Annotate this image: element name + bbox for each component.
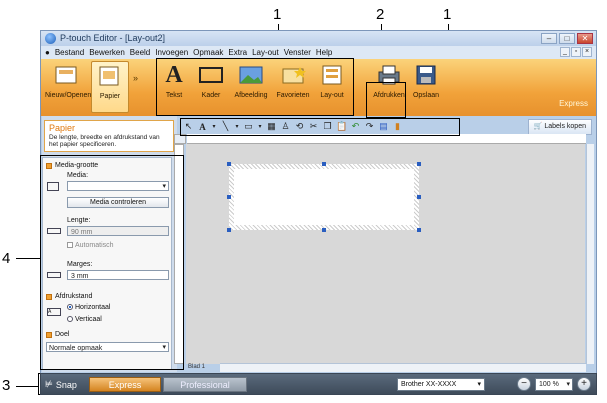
app-icon: [45, 33, 56, 44]
title-bar: P-touch Editor - [Lay-out2] – □ ✕: [41, 31, 596, 46]
highlight-side-panel: [40, 155, 184, 370]
ribbon-collapse-chevron[interactable]: »: [133, 73, 138, 83]
menu-bestand[interactable]: Bestand: [55, 48, 84, 57]
new-open-icon: [55, 66, 77, 84]
close-button[interactable]: ✕: [577, 33, 593, 44]
side-title: Papier: [49, 123, 76, 133]
express-mode-button[interactable]: Express: [89, 377, 161, 392]
resize-handle[interactable]: [417, 228, 421, 232]
callout-2: 2: [376, 6, 385, 23]
callout-4: 4: [2, 250, 11, 267]
mdi-minimize-button[interactable]: _: [560, 47, 570, 57]
save-button[interactable]: Opslaan: [411, 61, 441, 113]
snap-icon: ⊭: [45, 379, 53, 389]
zoom-out-button[interactable]: −: [517, 377, 531, 391]
save-icon: [416, 65, 436, 85]
menu-extra[interactable]: Extra: [228, 48, 247, 57]
menu-layout[interactable]: Lay-out: [252, 48, 279, 57]
resize-handle[interactable]: [417, 162, 421, 166]
label-object[interactable]: [229, 164, 419, 230]
callout-1-right: 1: [443, 6, 452, 23]
printer-select[interactable]: Brother XX-XXXX ▾: [397, 378, 485, 391]
vertical-scrollbar[interactable]: [586, 144, 594, 364]
resize-handle[interactable]: [227, 195, 231, 199]
menu-help[interactable]: Help: [316, 48, 332, 57]
menu-beeld[interactable]: Beeld: [130, 48, 150, 57]
express-ghost-label: Express: [559, 99, 588, 108]
callout-3: 3: [2, 377, 11, 394]
sheet-tab[interactable]: Blad 1: [188, 364, 205, 370]
zoom-in-button[interactable]: +: [577, 377, 591, 391]
resize-handle[interactable]: [227, 162, 231, 166]
menu-opmaak[interactable]: Opmaak: [193, 48, 223, 57]
mdi-restore-button[interactable]: ▫: [571, 47, 581, 57]
menu-bewerken[interactable]: Bewerken: [89, 48, 125, 57]
resize-handle[interactable]: [417, 195, 421, 199]
mdi-close-button[interactable]: ×: [582, 47, 592, 57]
highlight-insert-group: [156, 58, 354, 116]
window-title: P-touch Editor - [Lay-out2]: [60, 33, 166, 43]
maximize-button[interactable]: □: [559, 33, 575, 44]
highlight-draw-toolbar: [180, 118, 460, 136]
resize-handle[interactable]: [322, 162, 326, 166]
paper-button[interactable]: Papier: [91, 61, 129, 113]
snap-toggle[interactable]: ⊭ Snap: [45, 379, 77, 390]
buy-labels-button[interactable]: 🛒 Labels kopen: [527, 119, 592, 135]
highlight-print-button: [366, 82, 406, 118]
cart-icon: 🛒: [533, 123, 543, 130]
horizontal-scrollbar[interactable]: [220, 363, 586, 372]
chevron-down-icon: ▾: [477, 381, 481, 388]
minimize-button[interactable]: –: [541, 33, 557, 44]
callout-line-4: [16, 258, 42, 259]
professional-mode-button[interactable]: Professional: [163, 377, 247, 392]
zoom-select[interactable]: 100 % ▾: [535, 378, 573, 391]
chevron-down-icon: ▾: [566, 381, 570, 388]
paper-help-box: Papier De lengte, breedte en afdrukstand…: [44, 120, 174, 152]
new-open-button[interactable]: Nieuw/Openen: [45, 61, 91, 113]
menu-venster[interactable]: Venster: [284, 48, 311, 57]
paper-icon: [99, 66, 119, 86]
menu-icon[interactable]: ●: [45, 48, 50, 57]
menu-invoegen[interactable]: Invoegen: [155, 48, 188, 57]
side-description: De lengte, breedte en afdrukstand van he…: [49, 134, 160, 148]
resize-handle[interactable]: [322, 228, 326, 232]
callout-line-3: [16, 386, 38, 387]
resize-handle[interactable]: [227, 228, 231, 232]
callout-1-left: 1: [273, 6, 282, 23]
bottom-bar: ⊭ Snap Express Professional Brother XX-XX…: [40, 373, 597, 395]
